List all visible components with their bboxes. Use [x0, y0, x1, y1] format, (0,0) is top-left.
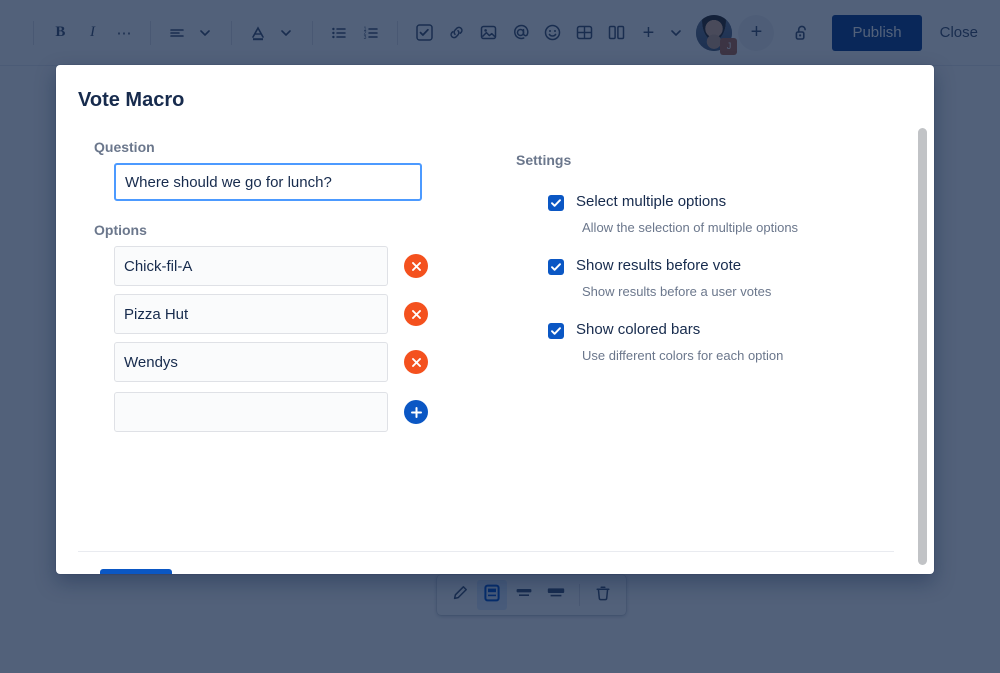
option-input-3[interactable]: [114, 342, 388, 382]
dialog-body: Question Options: [56, 121, 934, 574]
select-multiple-options-checkbox[interactable]: [548, 195, 564, 211]
option-input-2[interactable]: [114, 294, 388, 334]
option-input-new[interactable]: [114, 392, 388, 432]
option-row-new: [114, 392, 498, 432]
settings-label: Settings: [516, 152, 572, 168]
setting-title: Show results before vote: [576, 257, 742, 274]
option-row: [114, 294, 498, 334]
close-circle-icon: [411, 356, 421, 369]
question-input[interactable]: [114, 163, 422, 201]
show-results-before-vote-checkbox[interactable]: [548, 259, 564, 275]
setting-description: Use different colors for each option: [582, 348, 784, 363]
dialog-right-column: Settings Select multiple options Allow t…: [498, 121, 912, 440]
setting-description: Allow the selection of multiple options: [582, 220, 799, 235]
show-colored-bars-checkbox[interactable]: [548, 323, 564, 339]
setting-item-select-multiple: Select multiple options Allow the select…: [516, 192, 912, 235]
close-circle-icon: [411, 308, 421, 321]
add-option-button[interactable]: [404, 400, 428, 424]
option-row: [114, 342, 498, 382]
setting-item-show-results: Show results before vote Show results be…: [516, 256, 912, 299]
option-input-1[interactable]: [114, 246, 388, 286]
remove-option-button-1[interactable]: [404, 254, 428, 278]
setting-description: Show results before a user votes: [582, 284, 772, 299]
remove-option-button-3[interactable]: [404, 350, 428, 374]
remove-option-button-2[interactable]: [404, 302, 428, 326]
dialog-scrollbar-thumb[interactable]: [918, 128, 927, 565]
setting-title: Select multiple options: [576, 193, 727, 210]
setting-title: Show colored bars: [576, 321, 701, 338]
option-row: [114, 246, 498, 286]
close-circle-icon: [411, 260, 421, 273]
setting-item-colored-bars: Show colored bars Use different colors f…: [516, 320, 912, 363]
plus-circle-icon: [410, 404, 422, 421]
dialog-footer-divider: [78, 551, 894, 552]
question-label: Question: [94, 139, 155, 155]
dialog-title: Vote Macro: [78, 89, 185, 111]
options-label: Options: [94, 222, 147, 238]
vote-macro-dialog: Vote Macro Question Options: [56, 65, 934, 574]
save-button[interactable]: Save: [100, 569, 173, 574]
dialog-left-column: Question Options: [78, 121, 498, 440]
dialog-scrollbar-track[interactable]: [916, 127, 928, 567]
